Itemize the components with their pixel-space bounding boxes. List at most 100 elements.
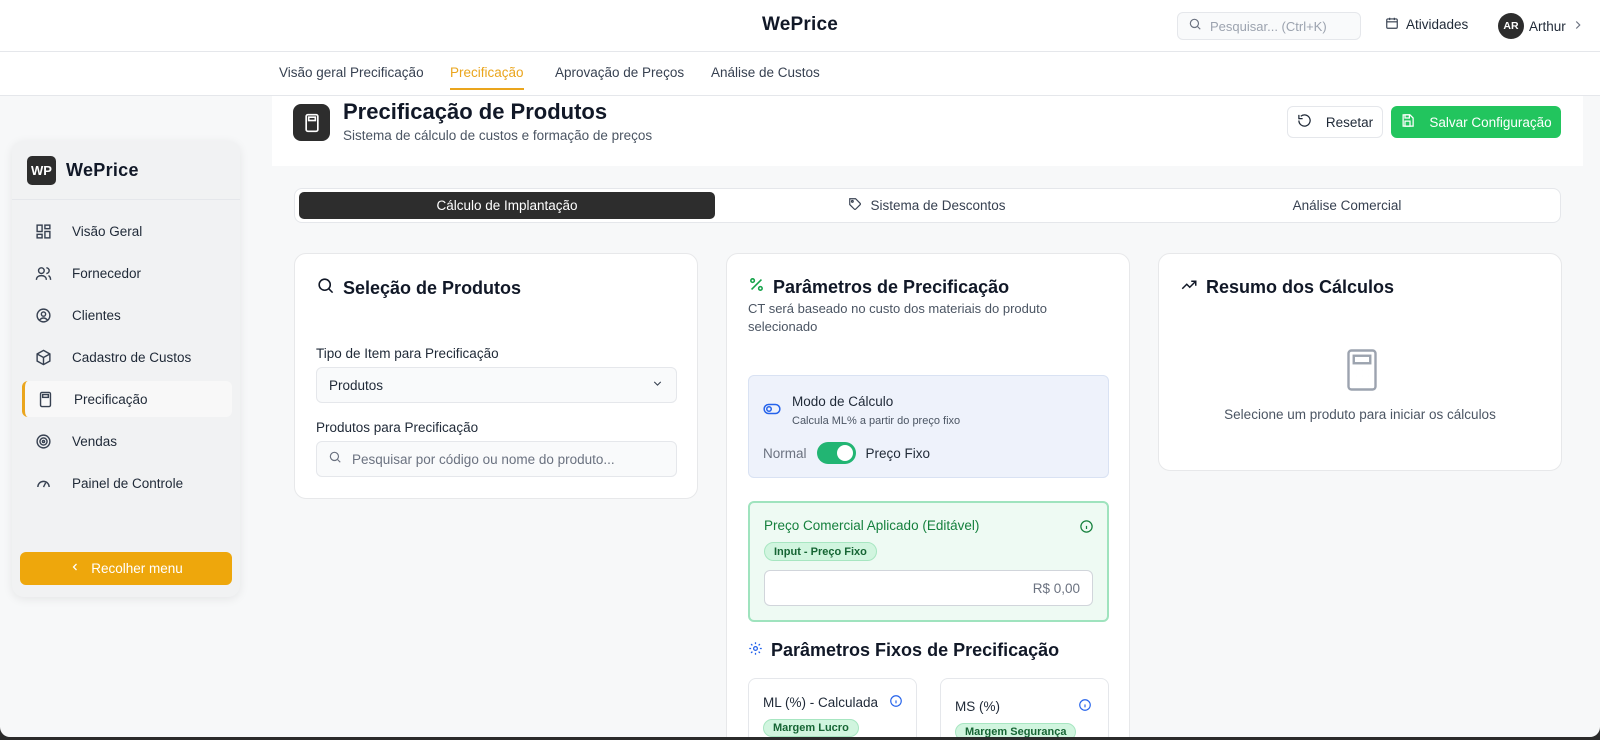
product-search-field[interactable] <box>316 441 677 477</box>
sidebar-item-label: Painel de Controle <box>72 475 184 491</box>
sidebar-item-fornecedor[interactable]: Fornecedor <box>22 255 232 291</box>
calculator-icon <box>36 390 54 408</box>
tab-visao-geral-precificacao[interactable]: Visão geral Precificação <box>279 65 424 88</box>
divider <box>12 199 240 200</box>
dashboard-icon <box>34 222 52 240</box>
search-icon <box>328 450 342 469</box>
sidebar-item-cadastro-de-custos[interactable]: Cadastro de Custos <box>22 339 232 375</box>
sidebar-brand: WP WePrice <box>27 156 139 185</box>
reset-button[interactable]: Resetar <box>1287 106 1383 138</box>
reset-icon <box>1297 113 1312 131</box>
mode-off-label: Normal <box>763 445 807 461</box>
tab-analise-de-custos[interactable]: Análise de Custos <box>711 65 820 88</box>
sidebar-item-label: Precificação <box>74 391 148 407</box>
sidebar-item-clientes[interactable]: Clientes <box>22 297 232 333</box>
ml-parameter-card: ML (%) - Calculada Margem Lucro <box>748 678 917 737</box>
chevron-right-icon <box>1571 18 1585 35</box>
collapse-menu-label: Recolher menu <box>91 561 183 576</box>
tag-icon <box>848 197 862 214</box>
product-search-input[interactable] <box>352 451 642 467</box>
product-selection-card: Seleção de Produtos Tipo de Item para Pr… <box>294 253 698 499</box>
search-icon <box>1188 17 1202 36</box>
fixed-parameters-title: Parâmetros Fixos de Precificação <box>748 640 1059 661</box>
sidebar-item-label: Fornecedor <box>72 265 142 281</box>
collapse-menu-button[interactable]: Recolher menu <box>20 552 232 585</box>
logo: WP <box>27 156 56 185</box>
item-type-label: Tipo de Item para Precificação <box>316 346 499 361</box>
tab-label: Sistema de Descontos <box>870 198 1006 213</box>
card-title: Seleção de Produtos <box>316 276 521 300</box>
avatar: AR <box>1498 13 1524 39</box>
switch-knob <box>836 445 853 461</box>
page-subtitle: Sistema de cálculo de custos e formação … <box>343 128 653 143</box>
gear-icon <box>748 640 763 661</box>
ms-label: MS (%) <box>955 699 1000 714</box>
calculator-icon <box>293 104 330 141</box>
fixed-parameters-title-text: Parâmetros Fixos de Precificação <box>771 640 1060 660</box>
ms-parameter-card: MS (%) Margem Segurança <box>940 678 1109 737</box>
ml-label: ML (%) - Calculada <box>763 695 879 710</box>
calculation-mode-box: Modo de Cálculo Calcula ML% a partir do … <box>748 375 1109 478</box>
info-icon[interactable] <box>1078 698 1092 717</box>
sidebar-title: WePrice <box>66 160 139 180</box>
card-title: Parâmetros de Precificação <box>748 276 1009 298</box>
sidebar-item-vendas[interactable]: Vendas <box>22 423 232 459</box>
info-icon[interactable] <box>889 694 903 713</box>
sidebar-item-precificacao[interactable]: Precificação <box>22 381 232 417</box>
target-icon <box>34 432 52 450</box>
top-bar: WePrice Atividades AR Arthur <box>0 0 1600 52</box>
card-title-text: Resumo dos Cálculos <box>1206 277 1395 297</box>
calculation-summary-card: Resumo dos Cálculos Selecione um produto… <box>1158 253 1562 471</box>
ml-badge: Margem Lucro <box>763 719 859 737</box>
price-input-badge: Input - Preço Fixo <box>764 542 877 561</box>
package-icon <box>34 348 52 366</box>
user-menu[interactable]: AR Arthur <box>1498 13 1585 39</box>
toggle-icon <box>763 402 781 421</box>
sidebar-item-visao-geral[interactable]: Visão Geral <box>22 213 232 249</box>
page-header: Precificação de Produtos Sistema de cálc… <box>272 96 1583 166</box>
item-type-select[interactable]: Produtos <box>316 367 677 403</box>
tab-calculo-de-implantacao[interactable]: Cálculo de Implantação <box>299 192 715 219</box>
sidebar-item-label: Visão Geral <box>72 223 143 239</box>
search-input[interactable] <box>1210 18 1350 34</box>
percent-icon <box>748 276 765 298</box>
users-icon <box>34 264 52 282</box>
tab-sistema-de-descontos[interactable]: Sistema de Descontos <box>719 192 1135 219</box>
commercial-price-box: Preço Comercial Aplicado (Editável) Inpu… <box>748 501 1109 622</box>
save-icon <box>1400 113 1415 131</box>
item-type-value: Produtos <box>329 377 384 393</box>
user-circle-icon <box>34 306 52 324</box>
sidebar-item-label: Vendas <box>72 433 118 449</box>
save-configuration-button[interactable]: Salvar Configuração <box>1391 106 1561 138</box>
sidebar: WP WePrice Visão Geral Fornecedor Client… <box>12 141 240 597</box>
activities-button[interactable]: Atividades <box>1385 16 1468 33</box>
global-search[interactable] <box>1177 12 1361 40</box>
tab-analise-comercial[interactable]: Análise Comercial <box>1139 192 1555 219</box>
info-icon[interactable] <box>1079 519 1094 539</box>
tab-aprovacao-de-precos[interactable]: Aprovação de Preços <box>555 65 684 88</box>
commercial-price-label: Preço Comercial Aplicado (Editável) <box>764 518 980 533</box>
sidebar-item-painel-de-controle[interactable]: Painel de Controle <box>22 465 232 501</box>
calculation-tabs: Cálculo de Implantação Sistema de Descon… <box>294 188 1561 223</box>
empty-state-text: Selecione um produto para iniciar os cál… <box>1224 407 1496 422</box>
chevron-left-icon <box>69 561 81 576</box>
card-title-text: Seleção de Produtos <box>343 277 522 298</box>
section-nav: Visão geral Precificação Precificação Ap… <box>0 52 1600 96</box>
chevron-down-icon <box>651 377 664 393</box>
gauge-icon <box>34 474 52 492</box>
mode-on-label: Preço Fixo <box>865 445 931 461</box>
save-label: Salvar Configuração <box>1429 114 1552 130</box>
page-title: Precificação de Produtos <box>343 99 608 124</box>
sidebar-item-label: Clientes <box>72 307 121 323</box>
commercial-price-input[interactable]: R$ 0,00 <box>764 570 1093 606</box>
sidebar-item-label: Cadastro de Custos <box>72 349 192 365</box>
tab-precificacao[interactable]: Precificação <box>450 65 524 90</box>
user-name: Arthur <box>1529 18 1566 34</box>
trending-up-icon <box>1180 276 1198 299</box>
mode-toggle-row: Normal Preço Fixo <box>763 442 930 464</box>
reset-label: Resetar <box>1325 114 1374 130</box>
fixed-price-switch[interactable] <box>816 442 856 464</box>
card-title-text: Parâmetros de Precificação <box>773 276 1010 297</box>
activities-label: Atividades <box>1406 17 1469 32</box>
tab-label: Análise Comercial <box>1292 198 1402 213</box>
